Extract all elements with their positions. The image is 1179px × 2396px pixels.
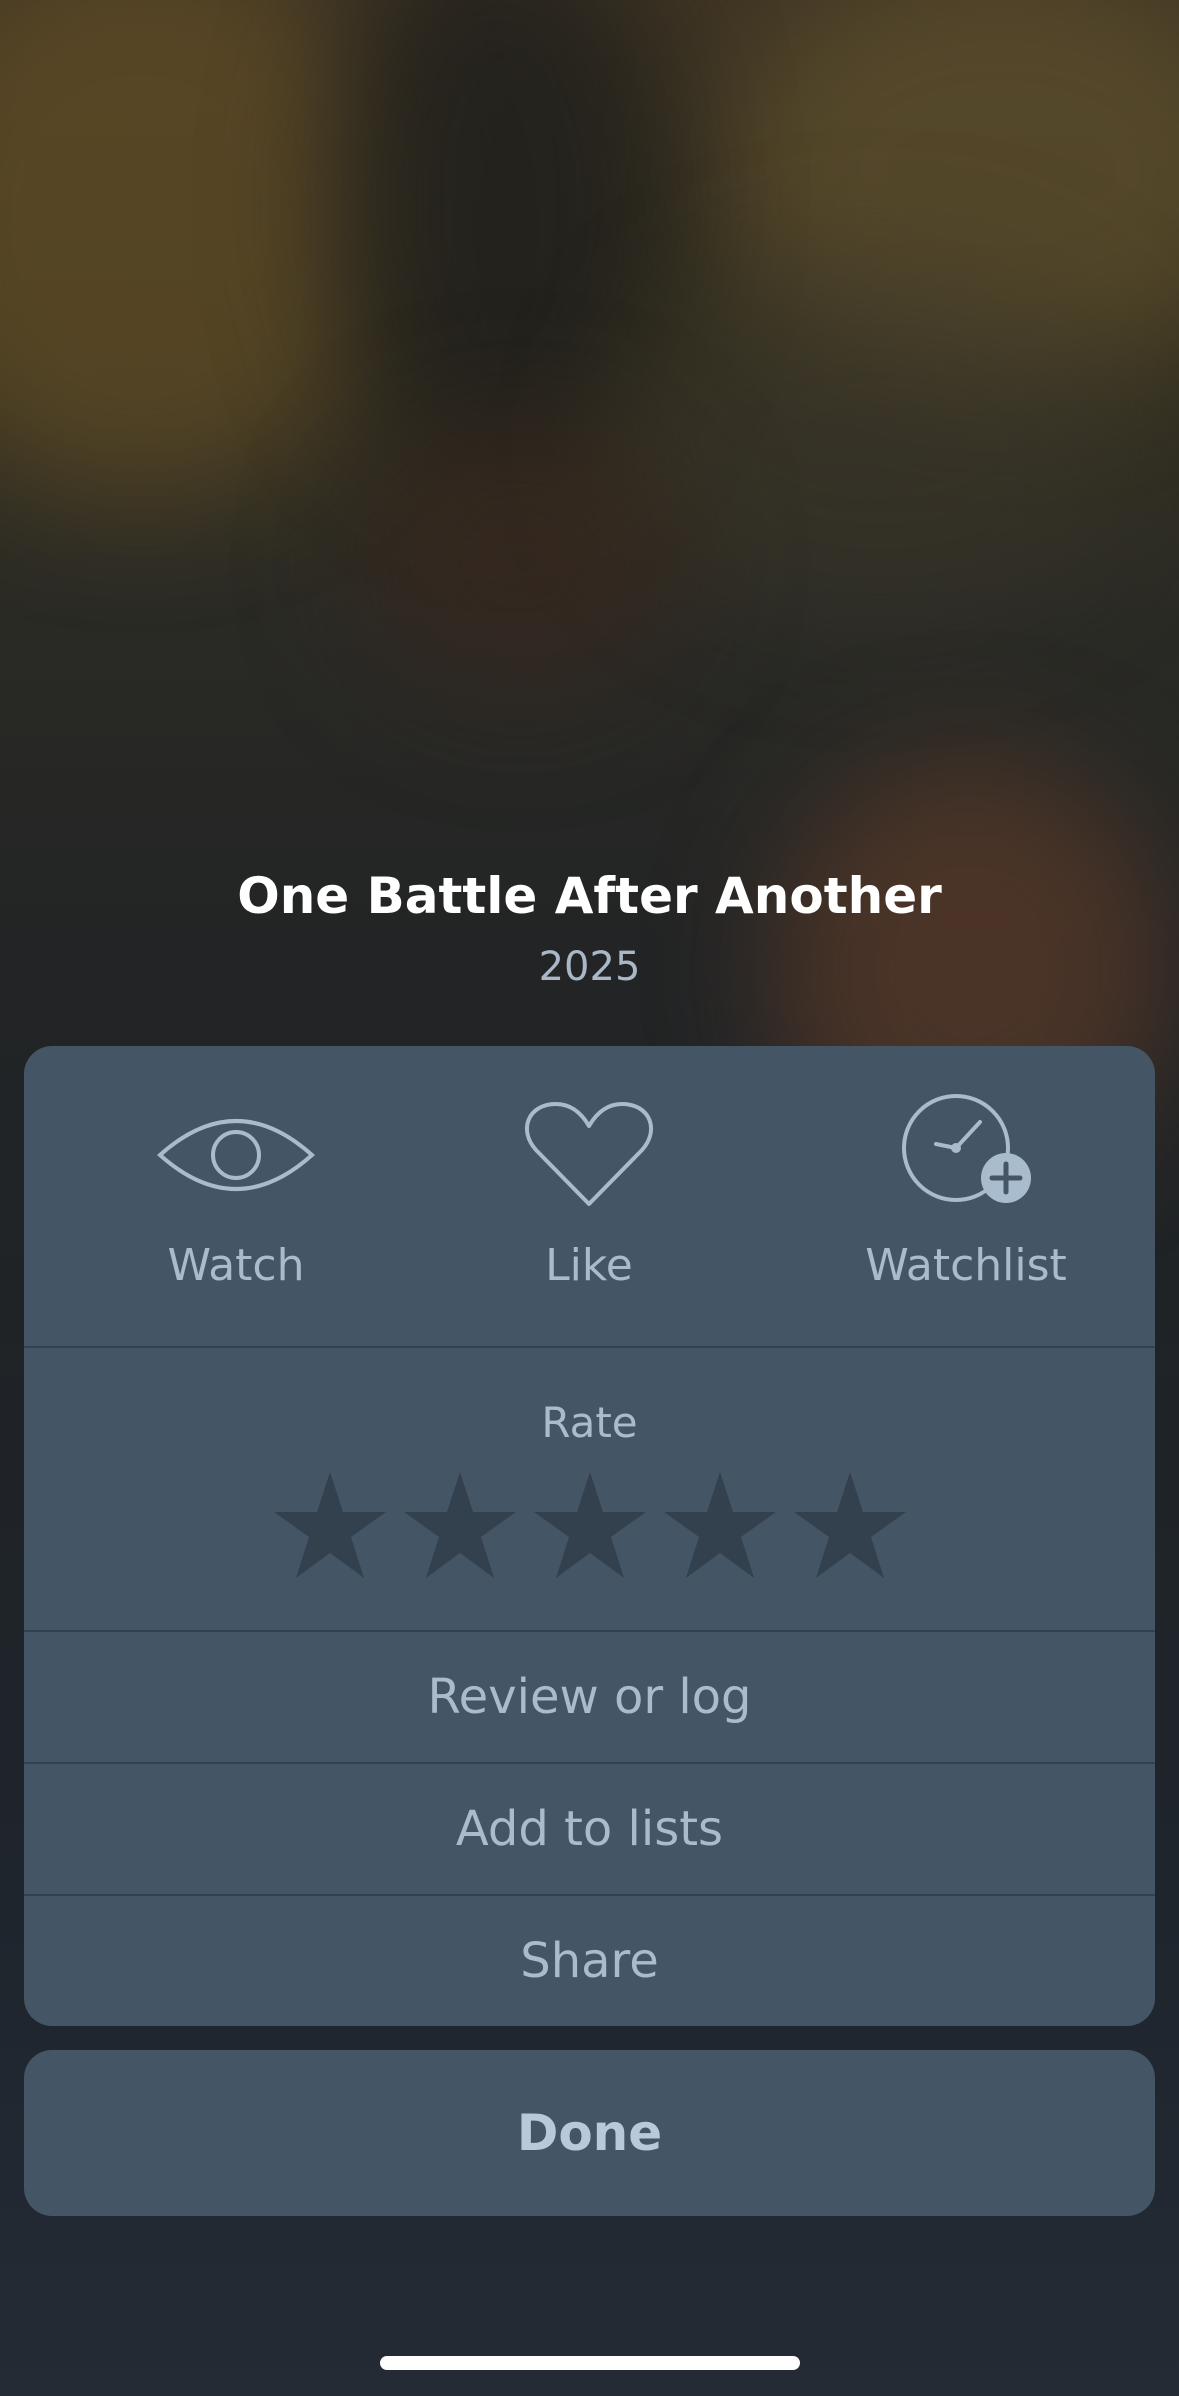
movie-year: 2025 bbox=[538, 944, 641, 990]
star-icon[interactable] bbox=[532, 1470, 648, 1580]
watch-label: Watch bbox=[167, 1240, 305, 1291]
star-icon[interactable] bbox=[792, 1470, 908, 1580]
rate-label: Rate bbox=[541, 1398, 638, 1447]
heart-icon bbox=[524, 1090, 654, 1220]
review-or-log-button[interactable]: Review or log bbox=[24, 1632, 1155, 1764]
like-label: Like bbox=[545, 1240, 633, 1291]
star-icon[interactable] bbox=[272, 1470, 388, 1580]
action-sheet: Watch Like Watchlist Rate Review or log … bbox=[24, 1046, 1155, 2026]
star-icon[interactable] bbox=[402, 1470, 518, 1580]
watchlist-label: Watchlist bbox=[865, 1240, 1067, 1291]
clock-plus-icon bbox=[896, 1090, 1036, 1220]
movie-title: One Battle After Another bbox=[237, 867, 942, 925]
like-button[interactable]: Like bbox=[439, 1046, 739, 1346]
star-rating[interactable] bbox=[24, 1470, 1155, 1580]
home-indicator[interactable] bbox=[380, 2356, 800, 2370]
quick-actions: Watch Like Watchlist bbox=[24, 1046, 1155, 1348]
eye-icon bbox=[156, 1090, 316, 1220]
backdrop-blur-area bbox=[620, 260, 1140, 620]
share-button[interactable]: Share bbox=[24, 1896, 1155, 2026]
backdrop-blur-area bbox=[330, 0, 670, 480]
backdrop-blur-area bbox=[360, 420, 680, 700]
star-icon[interactable] bbox=[662, 1470, 778, 1580]
add-to-lists-button[interactable]: Add to lists bbox=[24, 1764, 1155, 1896]
watch-button[interactable]: Watch bbox=[86, 1046, 386, 1346]
rate-section: Rate bbox=[24, 1348, 1155, 1632]
done-button[interactable]: Done bbox=[24, 2050, 1155, 2216]
watchlist-button[interactable]: Watchlist bbox=[816, 1046, 1116, 1346]
